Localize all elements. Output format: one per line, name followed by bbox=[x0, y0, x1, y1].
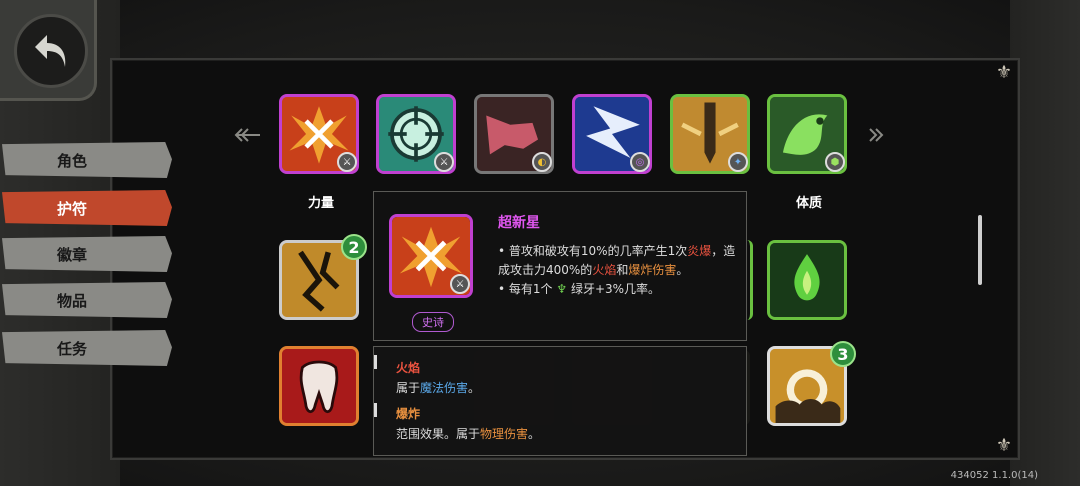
version-label: 434052 1.1.0(14) bbox=[950, 470, 1038, 481]
tab-label: 任务 bbox=[56, 339, 87, 358]
keyword-explosion: 爆炸 bbox=[628, 263, 653, 277]
agility-badge-icon: ◐ bbox=[532, 152, 552, 172]
desc-text: 范围效果。属于 bbox=[396, 427, 481, 441]
desc-text: • 每有1个 bbox=[498, 282, 553, 296]
desc-text: • 普攻和破攻有10%的几率产生1次 bbox=[498, 244, 688, 258]
strength-badge-icon: ⚔ bbox=[337, 152, 357, 172]
tab-quests[interactable]: 任务 bbox=[2, 330, 172, 366]
category-label: 力量 bbox=[307, 196, 334, 211]
corner-ornament-icon: ⚜ bbox=[995, 62, 1012, 83]
intellect-badge-icon: ◎ bbox=[630, 152, 650, 172]
charm-count-badge: 3 bbox=[830, 341, 856, 367]
tab-badges[interactable]: 徽章 bbox=[2, 236, 172, 272]
strength-badge-icon: ⚔ bbox=[434, 152, 454, 172]
back-button[interactable] bbox=[0, 0, 97, 101]
tab-character[interactable]: 角色 bbox=[2, 142, 172, 178]
constitution-badge-icon: ⬢ bbox=[825, 152, 845, 172]
desc-text: 和 bbox=[616, 263, 629, 277]
charm-count-badge: 2 bbox=[341, 234, 367, 260]
keyword-title: 爆炸 bbox=[396, 407, 421, 421]
desc-text: 。 bbox=[528, 427, 541, 441]
rarity-tag: 史诗 bbox=[412, 312, 454, 332]
desc-text: 。 bbox=[468, 381, 481, 395]
keyword-fire: 火焰 bbox=[592, 263, 617, 277]
keyword-desc: 属于魔法伤害。 bbox=[396, 379, 480, 396]
keyword-damage: 伤害 bbox=[652, 263, 677, 277]
tab-label: 护符 bbox=[56, 199, 87, 218]
keyword-tooltip: 火焰 属于魔法伤害。 爆炸 范围效果。属于物理伤害。 bbox=[373, 346, 747, 456]
green-fang-icon: ♆ bbox=[556, 282, 568, 296]
tab-label: 角色 bbox=[56, 151, 87, 170]
keyword-title: 火焰 bbox=[396, 361, 421, 375]
corner-ornament-icon: ⚜ bbox=[995, 435, 1012, 456]
physical-damage-link[interactable]: 物理伤害 bbox=[480, 427, 528, 441]
desc-text: 。 bbox=[676, 263, 689, 277]
prev-page-button[interactable] bbox=[232, 125, 262, 150]
keyword-marker bbox=[374, 403, 377, 417]
keyword-marker bbox=[374, 355, 377, 369]
keyword-desc: 范围效果。属于物理伤害。 bbox=[396, 425, 540, 442]
desc-text: 属于 bbox=[396, 381, 421, 395]
tab-items[interactable]: 物品 bbox=[2, 282, 172, 318]
back-arrow-icon bbox=[14, 14, 88, 88]
tab-label: 物品 bbox=[56, 291, 87, 310]
strength-badge-icon: ⚔ bbox=[450, 274, 470, 294]
desc-text: 绿牙+3%几率。 bbox=[570, 282, 661, 296]
keyword-inferno: 炎爆 bbox=[687, 244, 712, 258]
magic-damage-link[interactable]: 魔法伤害 bbox=[420, 381, 468, 395]
tooth-icon[interactable] bbox=[279, 346, 359, 426]
category-label: 体质 bbox=[795, 196, 822, 211]
charm-tooltip: ⚔ 史诗 超新星 • 普攻和破攻有10%的几率产生1次炎爆，造成攻击力400%的… bbox=[373, 191, 747, 341]
right-wall-panel bbox=[1010, 0, 1080, 486]
charm-description: • 普攻和破攻有10%的几率产生1次炎爆，造成攻击力400%的火焰和爆炸伤害。 … bbox=[498, 242, 738, 299]
tab-charms[interactable]: 护符 bbox=[2, 190, 172, 226]
green-flame-icon[interactable] bbox=[767, 240, 847, 320]
next-page-button[interactable] bbox=[868, 125, 898, 150]
scrollbar[interactable] bbox=[978, 215, 982, 285]
perception-badge-icon: ✦ bbox=[728, 152, 748, 172]
charm-name: 超新星 bbox=[498, 215, 540, 231]
tab-label: 徽章 bbox=[56, 245, 87, 264]
